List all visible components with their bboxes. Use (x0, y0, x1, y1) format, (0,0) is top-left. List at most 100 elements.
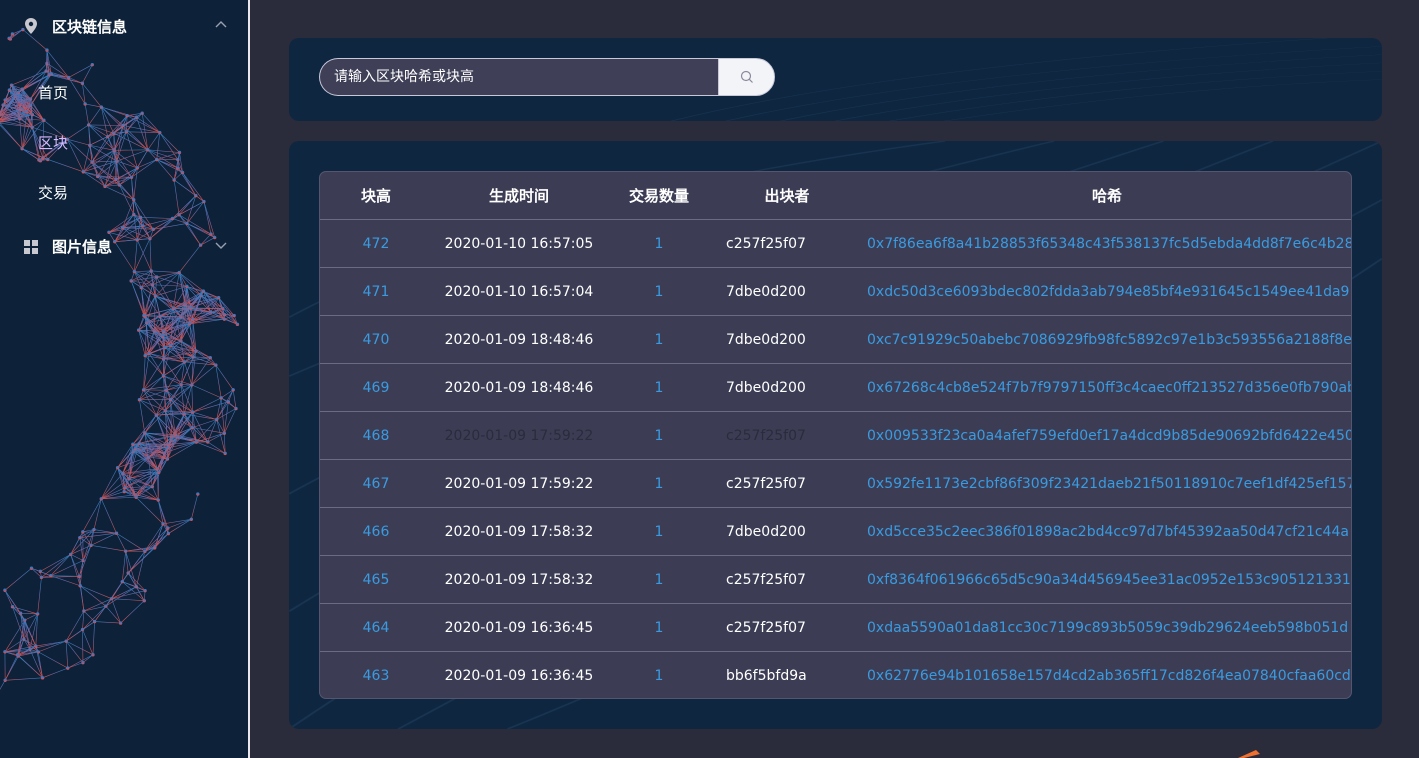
block-hash-link[interactable]: 0xc7c91929c50abebc7086929fb98fc5892c97e1… (862, 332, 1351, 348)
search-icon (740, 70, 753, 83)
network-node (179, 339, 183, 343)
block-height-link[interactable]: 471 (320, 284, 432, 300)
tx-count-link[interactable]: 1 (606, 668, 712, 684)
network-node (136, 328, 141, 332)
network-link (67, 654, 94, 669)
network-link (122, 581, 145, 601)
block-miner: 7dbe0d200 (726, 523, 806, 540)
block-height-link[interactable]: 464 (320, 620, 432, 636)
network-node (221, 306, 225, 311)
network-node (117, 183, 122, 187)
block-hash-link[interactable]: 0x009533f23ca0a4afef759efd0ef17a4dcd9b85… (862, 428, 1351, 444)
tx-count-link[interactable]: 1 (606, 620, 712, 636)
network-node (137, 397, 142, 402)
network-node (66, 75, 71, 80)
block-hash-link[interactable]: 0xdaa5590a01da81cc30c7199c893b5059c39db2… (862, 620, 1351, 636)
network-node (19, 107, 23, 111)
network-node (83, 102, 87, 106)
network-link (70, 554, 81, 586)
search-input[interactable] (319, 58, 718, 96)
menu-group-image-info[interactable]: 图片信息 (0, 220, 248, 272)
network-node (171, 306, 176, 311)
block-time: 2020-01-10 16:57:04 (444, 283, 594, 300)
tx-count-link[interactable]: 1 (606, 476, 712, 492)
network-link (4, 568, 32, 591)
block-hash-link[interactable]: 0x7f86ea6f8a41b28853f65348c43f538137fc5d… (862, 236, 1351, 252)
menu-group-blockchain-info[interactable]: 区块链信息 (0, 0, 248, 52)
network-node (194, 440, 199, 444)
block-hash-link[interactable]: 0xf8364f061966c65d5c90a34d456945ee31ac09… (862, 572, 1351, 588)
network-link (70, 554, 80, 577)
network-link (191, 384, 193, 413)
network-node (115, 159, 119, 163)
network-link (90, 545, 126, 552)
network-node (189, 306, 193, 310)
block-height-link[interactable]: 470 (320, 332, 432, 348)
block-hash-link[interactable]: 0x67268c4cb8e524f7b7f9797150ff3c4caec0ff… (862, 380, 1351, 396)
sidebar-item-blocks[interactable]: 区块 (38, 132, 68, 153)
network-node (126, 571, 130, 575)
network-node (115, 465, 120, 470)
network-node (132, 198, 136, 202)
table-row: 464 2020-01-09 16:36:45 1 c257f25f07 0xdaa55… (320, 604, 1351, 652)
sidebar-item-home[interactable]: 首页 (38, 82, 68, 103)
tx-count-link[interactable]: 1 (606, 380, 712, 396)
block-height-link[interactable]: 466 (320, 524, 432, 540)
network-link (82, 545, 92, 561)
network-node (206, 440, 210, 444)
network-link (148, 353, 164, 377)
network-link (101, 106, 128, 116)
network-node (78, 535, 82, 540)
network-node (20, 87, 25, 91)
network-link (82, 498, 102, 532)
network-node (112, 131, 116, 135)
network-node (166, 526, 170, 530)
network-link (179, 152, 183, 173)
network-node (9, 83, 14, 87)
network-node (201, 289, 206, 293)
chevron-up-icon (215, 21, 227, 28)
block-hash-link[interactable]: 0x592fe1173e2cbf86f309f23421daeb21f50118… (862, 476, 1351, 492)
network-node (20, 146, 24, 151)
block-height-link[interactable]: 465 (320, 572, 432, 588)
network-link (116, 125, 124, 162)
network-node (35, 612, 40, 616)
block-height-link[interactable]: 467 (320, 476, 432, 492)
column-header-tx-count: 交易数量 (628, 187, 689, 205)
tx-count-link[interactable]: 1 (606, 524, 712, 540)
block-hash-link[interactable]: 0xd5cce35c2eec386f01898ac2bd4cc97d7bf453… (862, 524, 1351, 540)
network-link (29, 649, 43, 678)
network-node (47, 73, 51, 77)
network-node (122, 489, 126, 494)
table-row: 465 2020-01-09 17:58:32 1 c257f25f07 0xf8364… (320, 556, 1351, 604)
block-hash-link[interactable]: 0x62776e94b101658e157d4cd2ab365ff17cd826… (862, 668, 1351, 684)
network-link (184, 361, 193, 385)
tx-count-link[interactable]: 1 (606, 284, 712, 300)
network-node (91, 653, 95, 657)
block-height-link[interactable]: 468 (320, 428, 432, 444)
network-node (166, 531, 171, 536)
block-height-link[interactable]: 463 (320, 668, 432, 684)
tx-count-link[interactable]: 1 (606, 236, 712, 252)
tx-count-link[interactable]: 1 (606, 572, 712, 588)
grid-icon (24, 240, 38, 254)
network-node (161, 374, 166, 378)
network-link (173, 179, 180, 215)
search-button[interactable] (718, 58, 775, 96)
network-node (134, 585, 139, 589)
network-link (101, 498, 117, 534)
tx-count-link[interactable]: 1 (606, 332, 712, 348)
network-node (114, 177, 118, 181)
block-height-link[interactable]: 469 (320, 380, 432, 396)
block-height-link[interactable]: 472 (320, 236, 432, 252)
network-link (173, 179, 205, 202)
tx-count-link[interactable]: 1 (606, 428, 712, 444)
network-node (143, 431, 147, 435)
network-link (111, 598, 121, 624)
block-time: 2020-01-09 18:48:46 (444, 379, 594, 396)
network-link (88, 124, 114, 134)
network-node (18, 611, 23, 615)
network-node (125, 114, 129, 118)
sidebar-item-transactions[interactable]: 交易 (38, 182, 68, 203)
block-hash-link[interactable]: 0xdc50d3ce6093bdec802fdda3ab794e85bf4e93… (862, 284, 1351, 300)
